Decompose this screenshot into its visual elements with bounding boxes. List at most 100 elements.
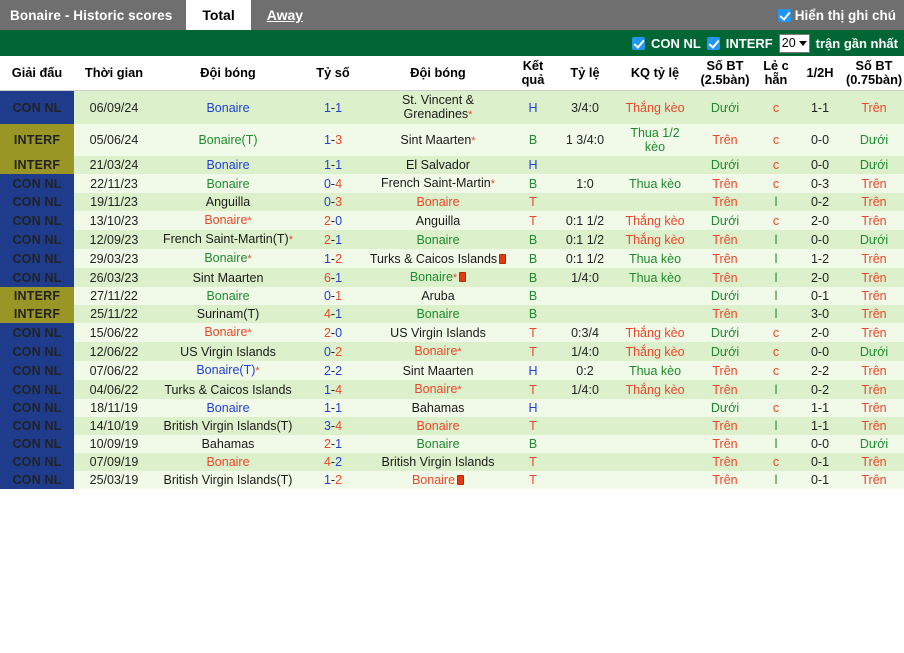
- table-row[interactable]: CON NL 18/11/19 Bonaire 1-1 Bahamas H Dưới c 1-1…: [0, 399, 904, 417]
- match-score[interactable]: 1-1: [302, 90, 364, 124]
- col-header-bt075[interactable]: Số BT (0.75bàn): [844, 56, 904, 91]
- match-score[interactable]: 2-1: [302, 230, 364, 249]
- home-team[interactable]: Bonaire*: [154, 249, 302, 268]
- league-badge[interactable]: CON NL: [0, 471, 74, 489]
- league-badge[interactable]: CON NL: [0, 230, 74, 249]
- col-header-half[interactable]: 1/2H: [796, 56, 844, 91]
- home-team[interactable]: Bonaire*: [154, 211, 302, 230]
- home-team[interactable]: Bonaire: [154, 287, 302, 305]
- col-header-home[interactable]: Đội bóng: [154, 56, 302, 91]
- league-badge[interactable]: CON NL: [0, 268, 74, 287]
- table-row[interactable]: CON NL 19/11/23 Anguilla 0-3 Bonaire T Trên l 0-…: [0, 193, 904, 211]
- home-team[interactable]: US Virgin Islands: [154, 342, 302, 361]
- home-team[interactable]: Anguilla: [154, 193, 302, 211]
- match-score[interactable]: 2-0: [302, 211, 364, 230]
- match-score[interactable]: 0-3: [302, 193, 364, 211]
- table-row[interactable]: CON NL 07/09/19 Bonaire 4-2 British Virgin I…: [0, 453, 904, 471]
- home-team[interactable]: Bonaire: [154, 453, 302, 471]
- home-team[interactable]: Bonaire(T)*: [154, 361, 302, 380]
- league-badge[interactable]: INTERF: [0, 124, 74, 156]
- col-header-odd-even[interactable]: Lẻ c hẵn: [756, 56, 796, 91]
- table-row[interactable]: CON NL 04/06/22 Turks & Caicos Islands 1-4 B…: [0, 380, 904, 399]
- league-badge[interactable]: INTERF: [0, 287, 74, 305]
- table-row[interactable]: CON NL 12/09/23 French Saint-Martin(T)* 2-1…: [0, 230, 904, 249]
- match-score[interactable]: 3-4: [302, 417, 364, 435]
- home-team[interactable]: British Virgin Islands(T): [154, 471, 302, 489]
- table-row[interactable]: CON NL 07/06/22 Bonaire(T)* 2-2 Sint Maarten…: [0, 361, 904, 380]
- match-score[interactable]: 2-2: [302, 361, 364, 380]
- league-badge[interactable]: CON NL: [0, 417, 74, 435]
- col-header-league[interactable]: Giải đấu: [0, 56, 74, 91]
- away-team[interactable]: British Virgin Islands: [364, 453, 512, 471]
- match-score[interactable]: 4-1: [302, 305, 364, 323]
- league-badge[interactable]: CON NL: [0, 249, 74, 268]
- table-row[interactable]: CON NL 14/10/19 British Virgin Islands(T) 3…: [0, 417, 904, 435]
- tab-total[interactable]: Total: [186, 0, 251, 30]
- table-row[interactable]: INTERF 05/06/24 Bonaire(T) 1-3 Sint Maarten*…: [0, 124, 904, 156]
- home-team[interactable]: French Saint-Martin(T)*: [154, 230, 302, 249]
- col-header-away[interactable]: Đội bóng: [364, 56, 512, 91]
- away-team[interactable]: Bonaire*: [364, 342, 512, 361]
- away-team[interactable]: Bonaire: [364, 230, 512, 249]
- away-team[interactable]: Bonaire: [364, 417, 512, 435]
- league-badge[interactable]: INTERF: [0, 305, 74, 323]
- away-team[interactable]: Bonaire: [364, 305, 512, 323]
- table-row[interactable]: CON NL 29/03/23 Bonaire* 1-2 Turks & Caicos …: [0, 249, 904, 268]
- away-team[interactable]: Bonaire: [364, 193, 512, 211]
- match-score[interactable]: 1-4: [302, 380, 364, 399]
- home-team[interactable]: British Virgin Islands(T): [154, 417, 302, 435]
- league-badge[interactable]: CON NL: [0, 323, 74, 342]
- away-team[interactable]: Sint Maarten*: [364, 124, 512, 156]
- match-score[interactable]: 1-2: [302, 471, 364, 489]
- league-badge[interactable]: CON NL: [0, 399, 74, 417]
- match-score[interactable]: 1-2: [302, 249, 364, 268]
- away-team[interactable]: El Salvador: [364, 156, 512, 174]
- col-header-odds[interactable]: Tỷ lệ: [554, 56, 616, 91]
- match-score[interactable]: 0-2: [302, 342, 364, 361]
- col-header-score[interactable]: Tỷ số: [302, 56, 364, 91]
- league-badge[interactable]: CON NL: [0, 211, 74, 230]
- match-score[interactable]: 1-1: [302, 156, 364, 174]
- league-badge[interactable]: CON NL: [0, 435, 74, 453]
- away-team[interactable]: Anguilla: [364, 211, 512, 230]
- table-row[interactable]: INTERF 27/11/22 Bonaire 0-1 Aruba B Dưới l 0-1 Tr…: [0, 287, 904, 305]
- match-score[interactable]: 0-4: [302, 174, 364, 193]
- table-row[interactable]: CON NL 12/06/22 US Virgin Islands 0-2 Bonair…: [0, 342, 904, 361]
- col-header-result[interactable]: Kết quả: [512, 56, 554, 91]
- match-count-select[interactable]: 20: [778, 33, 810, 53]
- home-team[interactable]: Bahamas: [154, 435, 302, 453]
- away-team[interactable]: Bonaire*: [364, 268, 512, 287]
- table-row[interactable]: INTERF 21/03/24 Bonaire 1-1 El Salvador H Dưới…: [0, 156, 904, 174]
- match-score[interactable]: 1-1: [302, 399, 364, 417]
- away-team[interactable]: Bonaire: [364, 471, 512, 489]
- interf-checkbox[interactable]: [706, 36, 720, 50]
- home-team[interactable]: Turks & Caicos Islands: [154, 380, 302, 399]
- match-score[interactable]: 0-1: [302, 287, 364, 305]
- home-team[interactable]: Bonaire: [154, 399, 302, 417]
- away-team[interactable]: Sint Maarten: [364, 361, 512, 380]
- show-notes-checkbox[interactable]: [777, 8, 791, 22]
- league-badge[interactable]: CON NL: [0, 380, 74, 399]
- home-team[interactable]: Sint Maarten: [154, 268, 302, 287]
- home-team[interactable]: Surinam(T): [154, 305, 302, 323]
- league-badge[interactable]: CON NL: [0, 453, 74, 471]
- col-header-kq-odds[interactable]: KQ tỷ lệ: [616, 56, 694, 91]
- away-team[interactable]: Bahamas: [364, 399, 512, 417]
- home-team[interactable]: Bonaire*: [154, 323, 302, 342]
- table-row[interactable]: CON NL 22/11/23 Bonaire 0-4 French Saint-Mar…: [0, 174, 904, 193]
- away-team[interactable]: St. Vincent & Grenadines*: [364, 90, 512, 124]
- match-score[interactable]: 2-1: [302, 435, 364, 453]
- col-header-bt25[interactable]: Số BT (2.5bàn): [694, 56, 756, 91]
- league-badge[interactable]: CON NL: [0, 193, 74, 211]
- table-row[interactable]: CON NL 13/10/23 Bonaire* 2-0 Anguilla T 0:1 1/…: [0, 211, 904, 230]
- away-team[interactable]: Turks & Caicos Islands: [364, 249, 512, 268]
- home-team[interactable]: Bonaire: [154, 174, 302, 193]
- away-team[interactable]: Bonaire*: [364, 380, 512, 399]
- away-team[interactable]: Aruba: [364, 287, 512, 305]
- away-team[interactable]: French Saint-Martin*: [364, 174, 512, 193]
- match-score[interactable]: 2-0: [302, 323, 364, 342]
- league-badge[interactable]: CON NL: [0, 342, 74, 361]
- col-header-time[interactable]: Thời gian: [74, 56, 154, 91]
- league-badge[interactable]: CON NL: [0, 90, 74, 124]
- match-score[interactable]: 4-2: [302, 453, 364, 471]
